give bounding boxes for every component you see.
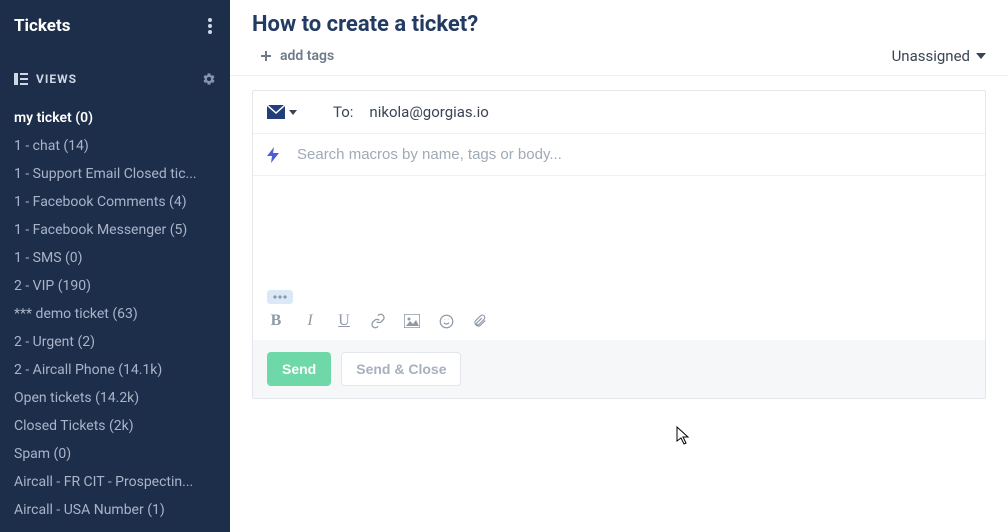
macro-row [253, 134, 985, 176]
link-icon [370, 313, 386, 329]
sidebar-section-label: VIEWS [36, 72, 77, 86]
macro-search-input[interactable] [297, 146, 971, 163]
compose-panel: To: nikola@gorgias.io B [252, 90, 986, 399]
caret-down-icon [976, 53, 986, 59]
sidebar-item[interactable]: 2 - VIP (190) [0, 272, 230, 300]
ticket-meta-row: add tags Unassigned [230, 41, 1008, 76]
sidebar-item[interactable]: 1 - chat (14) [0, 132, 230, 160]
channel-selector[interactable] [267, 105, 297, 119]
italic-button[interactable]: I [301, 312, 319, 330]
more-vertical-icon [208, 18, 212, 34]
underline-button[interactable]: U [335, 312, 353, 330]
sidebar-item[interactable]: 1 - Facebook Messenger (5) [0, 216, 230, 244]
lightning-icon [267, 147, 279, 163]
add-tags-button[interactable]: add tags [252, 48, 334, 64]
plus-icon [260, 50, 272, 62]
compose-to-row: To: nikola@gorgias.io [253, 91, 985, 134]
sidebar-item[interactable]: 1 - Facebook Comments (4) [0, 188, 230, 216]
ticket-title: How to create a ticket? [252, 12, 478, 37]
compose-expand-row [253, 282, 985, 304]
attachment-button[interactable] [471, 312, 489, 330]
sidebar-item[interactable]: my ticket (0) [0, 104, 230, 132]
to-field-label: To: [333, 103, 353, 121]
sidebar-item[interactable]: 2 - Aircall Phone (14.1k) [0, 356, 230, 384]
formatting-toolbar: B I U [253, 304, 985, 340]
bold-button[interactable]: B [267, 312, 285, 330]
to-field-value[interactable]: nikola@gorgias.io [369, 103, 488, 121]
sidebar-item[interactable]: 1 - SMS (0) [0, 244, 230, 272]
main-content: How to create a ticket? add tags Unassig… [230, 0, 1008, 532]
paperclip-icon [473, 313, 487, 329]
compose-actions: Send Send & Close [253, 340, 985, 398]
sidebar-settings-button[interactable] [202, 72, 216, 86]
image-button[interactable] [403, 312, 421, 330]
gear-icon [202, 72, 216, 86]
sidebar-item[interactable]: Aircall - FR CIT - Prospectin... [0, 468, 230, 496]
sidebar-item[interactable]: *** demo ticket (63) [0, 300, 230, 328]
link-button[interactable] [369, 312, 387, 330]
compose-body[interactable] [253, 176, 985, 282]
ticket-header-row: How to create a ticket? [230, 0, 1008, 41]
expand-quoted-button[interactable] [267, 290, 293, 304]
sidebar-section-header: VIEWS [0, 52, 230, 96]
sidebar-item[interactable]: Aircall - USA Number (1) [0, 496, 230, 524]
sidebar-views-list: my ticket (0) 1 - chat (14) 1 - Support … [0, 96, 230, 530]
sidebar-title: Tickets [14, 16, 70, 36]
sidebar-item[interactable]: Closed Tickets (2k) [0, 412, 230, 440]
send-button[interactable]: Send [267, 352, 331, 386]
sidebar-item[interactable]: 2 - Urgent (2) [0, 328, 230, 356]
send-close-button[interactable]: Send & Close [341, 352, 461, 386]
emoji-icon [439, 314, 454, 329]
sidebar-item[interactable]: Spam (0) [0, 440, 230, 468]
assignee-label: Unassigned [892, 47, 970, 65]
sidebar-item[interactable]: 1 - Support Email Closed tic... [0, 160, 230, 188]
sidebar-item[interactable]: Open tickets (14.2k) [0, 384, 230, 412]
email-icon [267, 105, 285, 119]
emoji-button[interactable] [437, 312, 455, 330]
views-icon [14, 73, 28, 85]
sidebar-more-button[interactable] [204, 14, 216, 38]
image-icon [404, 314, 420, 328]
sidebar-header: Tickets [0, 0, 230, 52]
assignee-dropdown[interactable]: Unassigned [892, 47, 986, 65]
dots-horizontal-icon [273, 295, 287, 299]
add-tags-label: add tags [280, 48, 334, 64]
sidebar: Tickets VIEWS my ticket (0) 1 - chat (14… [0, 0, 230, 532]
caret-down-icon [289, 110, 297, 115]
